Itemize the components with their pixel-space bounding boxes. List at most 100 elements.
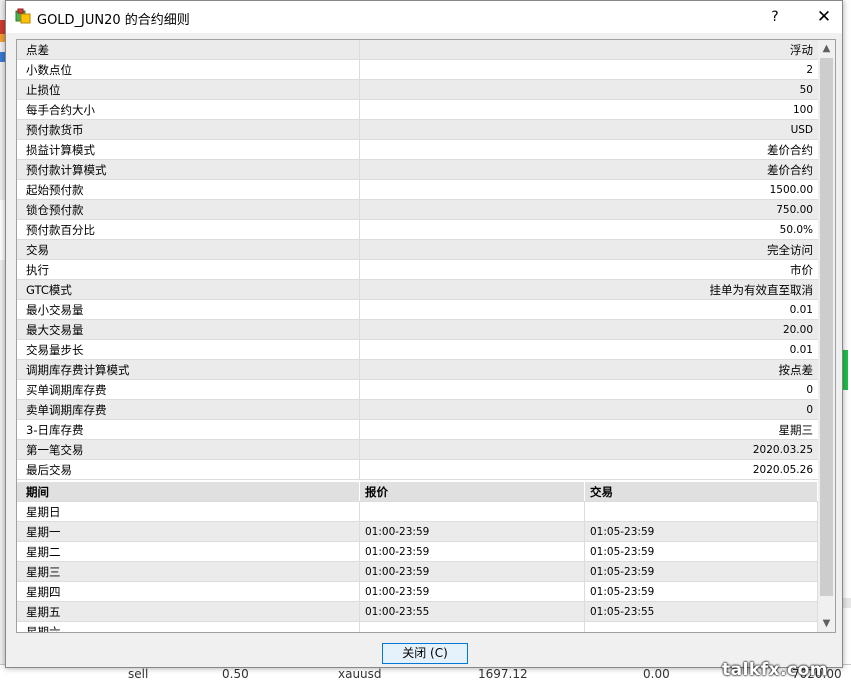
- property-value: 0: [359, 379, 818, 400]
- property-name: 调期库存费计算模式: [17, 359, 360, 380]
- property-name: 预付款计算模式: [17, 159, 360, 180]
- property-value: 0.01: [359, 299, 818, 320]
- property-value: 50.0%: [359, 219, 818, 240]
- property-value: 完全访问: [359, 239, 818, 260]
- property-name: 执行: [17, 259, 360, 280]
- property-value: 2020.05.26: [359, 459, 818, 480]
- property-row[interactable]: 预付款百分比 50.0%: [17, 219, 818, 240]
- session-trade-hours: 01:05-23:59: [584, 541, 818, 562]
- property-row[interactable]: 买单调期库存费 0: [17, 379, 818, 400]
- title-bar[interactable]: GOLD_JUN20 的合约细则 ? ✕: [6, 1, 842, 33]
- session-row[interactable]: 星期三 01:00-23:59 01:05-23:59: [17, 561, 818, 582]
- property-name: 点差: [17, 40, 360, 60]
- property-row[interactable]: 锁仓预付款 750.00: [17, 199, 818, 220]
- bg-type: sell: [128, 667, 149, 681]
- close-button[interactable]: 关闭 (C): [382, 643, 468, 664]
- session-quote-hours: 01:00-23:59: [359, 521, 585, 542]
- scroll-up-arrow-icon[interactable]: ▲: [818, 40, 835, 57]
- session-quote-hours: 01:00-23:55: [359, 601, 585, 622]
- property-name: 锁仓预付款: [17, 199, 360, 220]
- property-row[interactable]: GTC模式 挂单为有效直至取消: [17, 279, 818, 300]
- property-name: 每手合约大小: [17, 99, 360, 120]
- property-name: 最后交易: [17, 459, 360, 480]
- property-name: 起始预付款: [17, 179, 360, 200]
- session-row[interactable]: 星期五 01:00-23:55 01:05-23:55: [17, 601, 818, 622]
- property-row[interactable]: 执行 市价: [17, 259, 818, 280]
- scroll-down-arrow-icon[interactable]: ▼: [818, 615, 835, 632]
- property-value: 市价: [359, 259, 818, 280]
- property-row[interactable]: 卖单调期库存费 0: [17, 399, 818, 420]
- contract-spec-dialog: GOLD_JUN20 的合约细则 ? ✕ 点差 浮动 小数点位 2 止损位 50 每手合约大…: [5, 0, 843, 668]
- property-value: 0: [359, 399, 818, 420]
- header-period: 期间: [17, 482, 360, 502]
- property-value: 50: [359, 79, 818, 100]
- property-row[interactable]: 每手合约大小 100: [17, 99, 818, 120]
- close-icon[interactable]: ✕: [806, 1, 842, 33]
- property-value: 0.01: [359, 339, 818, 360]
- property-row[interactable]: 最后交易 2020.05.26: [17, 459, 818, 480]
- property-name: 第一笔交易: [17, 439, 360, 460]
- property-row[interactable]: 交易 完全访问: [17, 239, 818, 260]
- property-value: USD: [359, 119, 818, 140]
- property-value: 2020.03.25: [359, 439, 818, 460]
- session-trade-hours: 01:05-23:59: [584, 581, 818, 602]
- app-icon: [15, 8, 31, 24]
- session-day: 星期日: [17, 501, 360, 522]
- property-value: 星期三: [359, 419, 818, 440]
- property-row[interactable]: 调期库存费计算模式 按点差: [17, 359, 818, 380]
- session-trade-hours: [584, 621, 818, 632]
- property-value: 按点差: [359, 359, 818, 380]
- property-row[interactable]: 预付款计算模式 差价合约: [17, 159, 818, 180]
- property-name: 止损位: [17, 79, 360, 100]
- session-day: 星期三: [17, 561, 360, 582]
- property-row[interactable]: 最小交易量 0.01: [17, 299, 818, 320]
- property-row[interactable]: 最大交易量 20.00: [17, 319, 818, 340]
- property-value: 20.00: [359, 319, 818, 340]
- session-day: 星期一: [17, 521, 360, 542]
- session-day: 星期二: [17, 541, 360, 562]
- property-row[interactable]: 点差 浮动: [17, 40, 818, 60]
- session-quote-hours: 01:00-23:59: [359, 541, 585, 562]
- property-name: 最小交易量: [17, 299, 360, 320]
- session-quote-hours: 01:00-23:59: [359, 561, 585, 582]
- property-name: 预付款百分比: [17, 219, 360, 240]
- help-button[interactable]: ?: [760, 1, 790, 33]
- session-row[interactable]: 星期六: [17, 621, 818, 632]
- session-trade-hours: [584, 501, 818, 522]
- dialog-title: GOLD_JUN20 的合约细则: [37, 13, 190, 28]
- session-quote-hours: 01:00-23:59: [359, 581, 585, 602]
- bg-symbol: xauusd: [338, 667, 382, 681]
- property-row[interactable]: 损益计算模式 差价合约: [17, 139, 818, 160]
- property-row[interactable]: 起始预付款 1500.00: [17, 179, 818, 200]
- property-value: 2: [359, 59, 818, 80]
- property-row[interactable]: 预付款货币 USD: [17, 119, 818, 140]
- scroll-thumb[interactable]: [820, 58, 833, 596]
- session-trade-hours: 01:05-23:55: [584, 601, 818, 622]
- property-name: 预付款货币: [17, 119, 360, 140]
- watermark: talkfx.com: [722, 660, 829, 680]
- property-row[interactable]: 止损位 50: [17, 79, 818, 100]
- property-name: 最大交易量: [17, 319, 360, 340]
- property-name: 小数点位: [17, 59, 360, 80]
- session-row[interactable]: 星期一 01:00-23:59 01:05-23:59: [17, 521, 818, 542]
- session-row[interactable]: 星期日: [17, 501, 818, 522]
- property-row[interactable]: 小数点位 2: [17, 59, 818, 80]
- session-row[interactable]: 星期四 01:00-23:59 01:05-23:59: [17, 581, 818, 602]
- property-name: 损益计算模式: [17, 139, 360, 160]
- vertical-scrollbar[interactable]: ▲ ▼: [818, 40, 835, 632]
- session-trade-hours: 01:05-23:59: [584, 561, 818, 582]
- property-row[interactable]: 交易量步长 0.01: [17, 339, 818, 360]
- property-value: 750.00: [359, 199, 818, 220]
- session-day: 星期六: [17, 621, 360, 632]
- header-quote: 报价: [359, 482, 585, 502]
- property-value: 浮动: [359, 40, 818, 60]
- session-row[interactable]: 星期二 01:00-23:59 01:05-23:59: [17, 541, 818, 562]
- property-row[interactable]: 第一笔交易 2020.03.25: [17, 439, 818, 460]
- property-value: 差价合约: [359, 159, 818, 180]
- session-quote-hours: [359, 621, 585, 632]
- properties-table: 点差 浮动 小数点位 2 止损位 50 每手合约大小 100 预付款货币 USD 损益计算模式 差价合…: [17, 40, 818, 480]
- property-value: 差价合约: [359, 139, 818, 160]
- session-trade-hours: 01:05-23:59: [584, 521, 818, 542]
- spec-list[interactable]: 点差 浮动 小数点位 2 止损位 50 每手合约大小 100 预付款货币 USD 损益计算模式 差价合…: [16, 39, 836, 633]
- property-row[interactable]: 3-日库存费 星期三: [17, 419, 818, 440]
